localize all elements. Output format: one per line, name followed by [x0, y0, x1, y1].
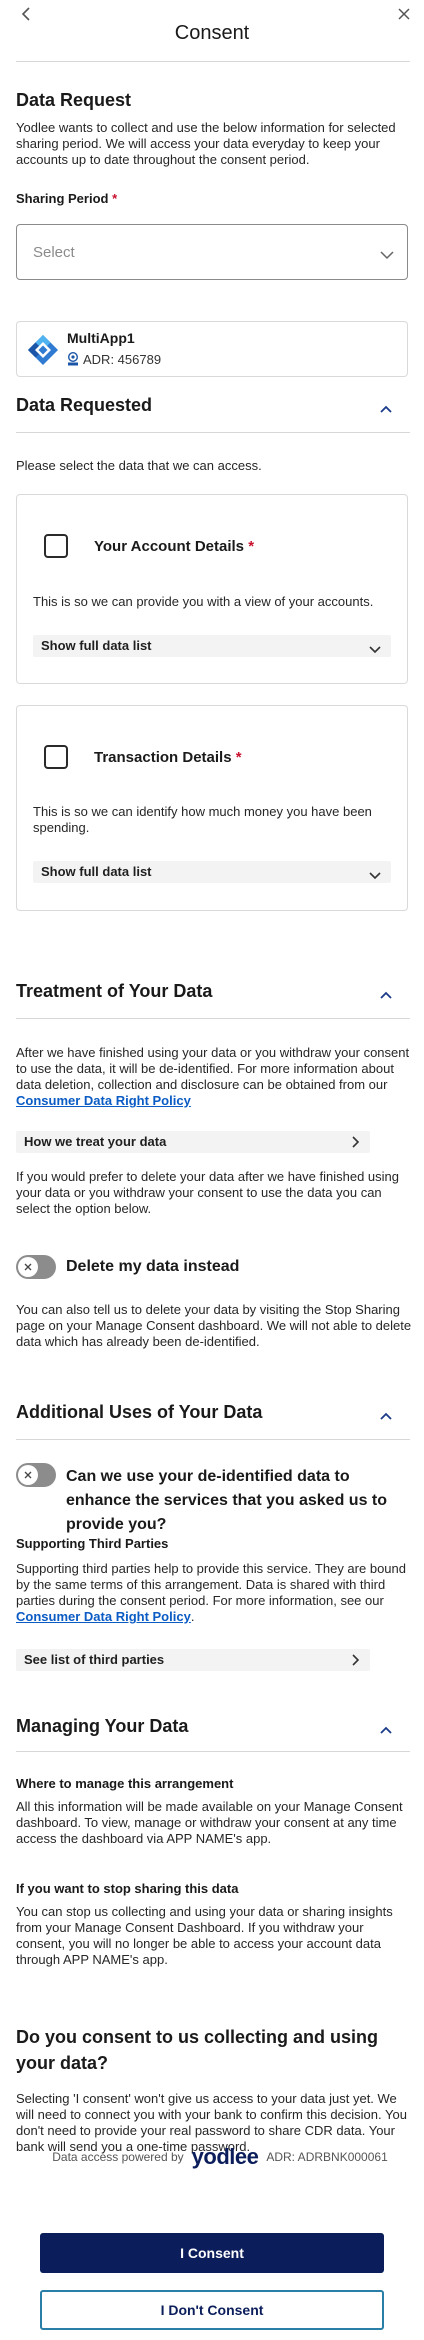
treatment-para-2: If you would prefer to delete your data …: [16, 1169, 400, 1216]
chevron-up-icon[interactable]: [380, 986, 392, 1004]
section-divider: [16, 432, 410, 433]
close-icon: [18, 1465, 38, 1485]
stop-sharing-heading: If you want to stop sharing this data: [16, 1881, 239, 1896]
app-logo-icon: [25, 332, 61, 373]
data-requested-intro: Please select the data that we can acces…: [16, 458, 262, 473]
powered-by-label: Data access powered by: [52, 2150, 184, 2164]
show-full-data-list[interactable]: Show full data list: [33, 861, 391, 883]
treatment-heading: Treatment of Your Data: [16, 981, 213, 1001]
treatment-para-1: After we have finished using your data o…: [16, 1045, 410, 1108]
chevron-right-icon: [352, 1654, 360, 1669]
app-card: MultiApp1 ADR: 456789: [16, 321, 408, 377]
stop-sharing-para: You can stop us collecting and using you…: [16, 1904, 393, 1967]
chevron-right-icon: [352, 1136, 360, 1151]
data-item-desc: This is so we can identify how much mone…: [33, 804, 372, 835]
show-full-data-list[interactable]: Show full data list: [33, 635, 391, 657]
chevron-up-icon[interactable]: [380, 1721, 392, 1739]
app-adr: ADR: 456789: [83, 352, 162, 367]
chevron-up-icon[interactable]: [380, 1407, 392, 1425]
data-item-desc: This is so we can provide you with a vie…: [33, 594, 374, 609]
section-divider: [16, 1439, 410, 1440]
header-divider: [16, 61, 410, 62]
app-name: MultiApp1: [67, 330, 135, 346]
chevron-down-icon: [369, 642, 381, 657]
cdr-policy-link[interactable]: Consumer Data Right Policy: [16, 1093, 191, 1108]
data-item-title: Transaction Details *: [94, 749, 242, 766]
deidentified-data-label: Can we use your de-identified data to en…: [66, 1468, 388, 1533]
where-manage-heading: Where to manage this arrangement: [16, 1776, 234, 1791]
page-title: Consent: [174, 22, 250, 44]
i-consent-button[interactable]: I Consent: [40, 2233, 384, 2273]
data-request-heading: Data Request: [16, 90, 132, 110]
deidentified-data-toggle[interactable]: [16, 1463, 56, 1487]
chevron-down-icon: [369, 868, 381, 883]
data-item-card: Your Account Details * This is so we can…: [16, 494, 408, 684]
data-requested-heading: Data Requested: [16, 395, 153, 415]
cdr-badge-icon: [67, 351, 79, 371]
how-we-treat-data-link[interactable]: How we treat your data: [16, 1131, 370, 1153]
delete-data-toggle[interactable]: [16, 1255, 56, 1279]
treatment-para-3: You can also tell us to delete your data…: [16, 1302, 412, 1349]
additional-uses-heading: Additional Uses of Your Data: [16, 1402, 263, 1422]
third-parties-list-link[interactable]: See list of third parties: [16, 1649, 370, 1671]
sharing-period-label: Sharing Period *: [16, 191, 118, 206]
sharing-period-select[interactable]: Select: [16, 224, 408, 280]
yodlee-logo: yodlee: [191, 2144, 259, 2169]
chevron-up-icon[interactable]: [380, 400, 392, 418]
section-divider: [16, 1018, 410, 1019]
where-manage-para: All this information will be made availa…: [16, 1799, 403, 1846]
third-parties-heading: Supporting Third Parties: [16, 1536, 169, 1551]
chevron-down-icon: [380, 247, 394, 265]
transaction-details-checkbox[interactable]: [44, 745, 68, 769]
data-item-title: Your Account Details *: [94, 538, 255, 555]
managing-heading: Managing Your Data: [16, 1716, 189, 1736]
account-details-checkbox[interactable]: [44, 534, 68, 558]
consent-adr: ADR: ADRBNK000061: [266, 2150, 388, 2164]
third-parties-para: Supporting third parties help to provide…: [16, 1561, 406, 1624]
consent-question: Do you consent to us collecting and usin…: [16, 2027, 379, 2073]
select-placeholder: Select: [33, 244, 75, 261]
cdr-policy-link[interactable]: Consumer Data Right Policy: [16, 1609, 191, 1624]
section-divider: [16, 1751, 410, 1752]
data-request-intro: Yodlee wants to collect and use the belo…: [16, 120, 396, 167]
i-dont-consent-button[interactable]: I Don't Consent: [40, 2290, 384, 2330]
close-icon[interactable]: [392, 2, 416, 26]
powered-by-row: Data access powered by yodlee ADR: ADRBN…: [44, 2144, 396, 2169]
close-icon: [18, 1257, 38, 1277]
delete-data-label: Delete my data instead: [66, 1258, 240, 1275]
required-mark: *: [112, 191, 118, 206]
data-item-card: Transaction Details * This is so we can …: [16, 705, 408, 911]
